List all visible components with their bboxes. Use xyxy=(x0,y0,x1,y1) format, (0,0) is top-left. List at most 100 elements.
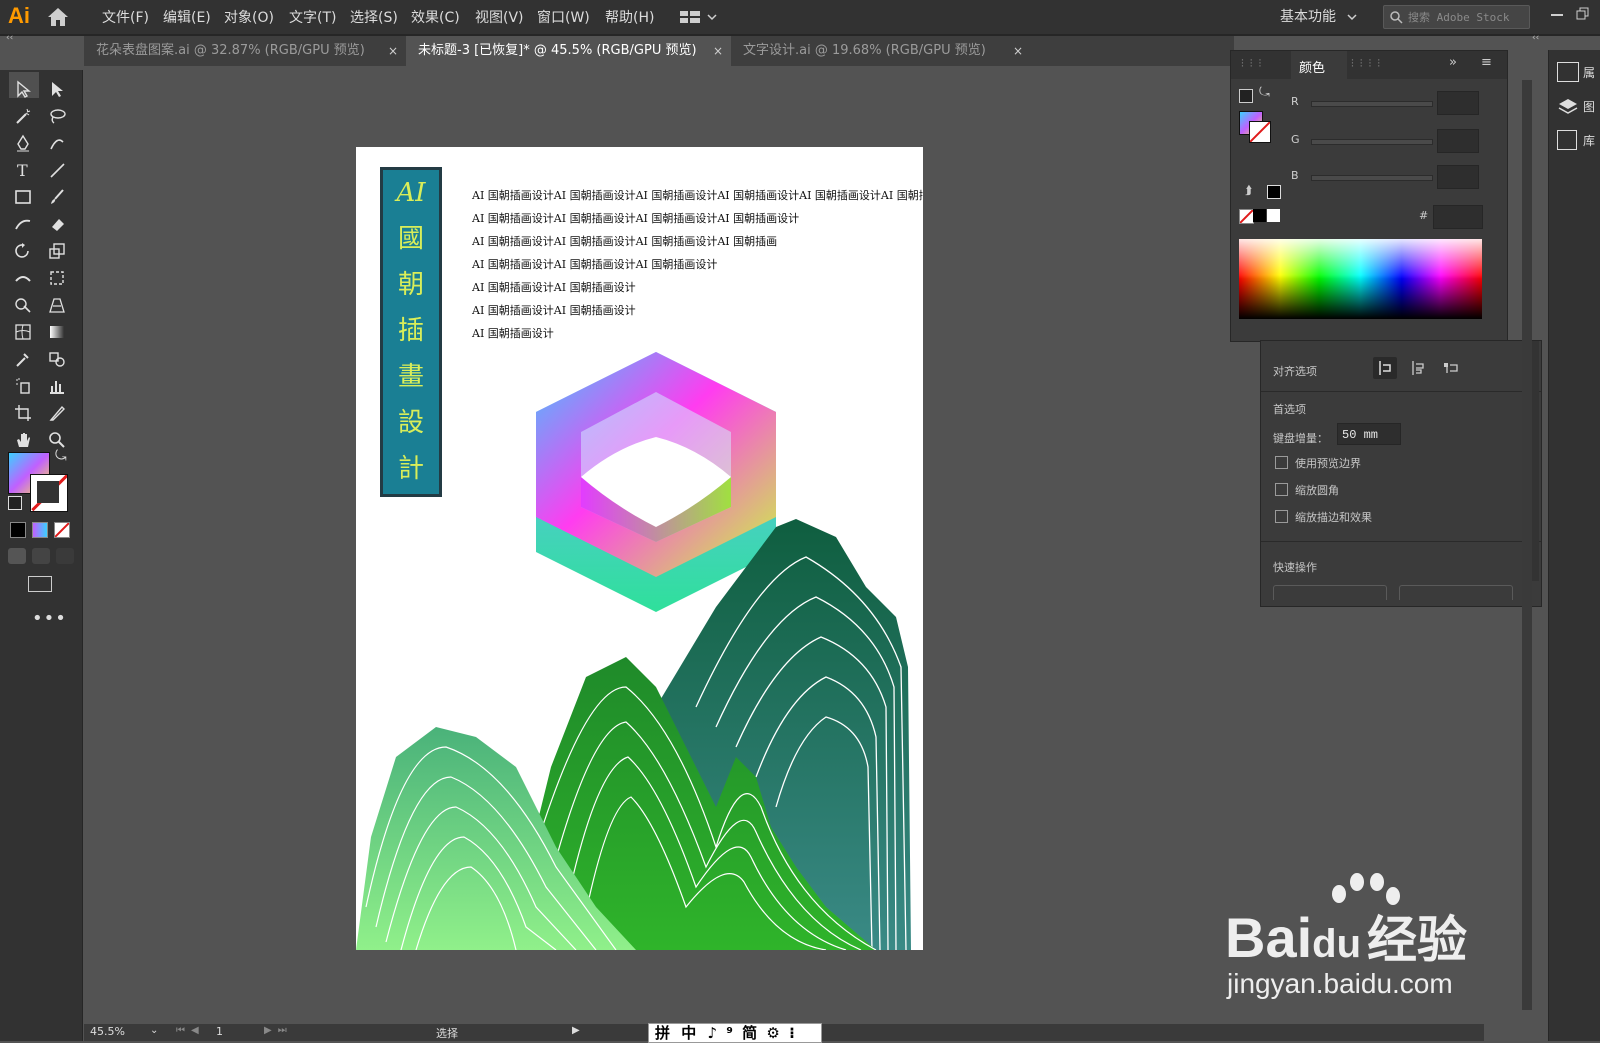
scale-tool-icon[interactable] xyxy=(44,240,70,262)
tab-color[interactable]: 颜色 xyxy=(1291,51,1347,79)
draw-behind-icon[interactable] xyxy=(32,548,50,564)
menu-effect[interactable]: 效果(C) xyxy=(411,7,460,27)
hex-value-field[interactable] xyxy=(1433,205,1483,229)
pen-tool-icon[interactable] xyxy=(10,132,36,154)
r-slider[interactable] xyxy=(1311,101,1433,107)
align-to-key-object-icon[interactable] xyxy=(1407,357,1431,379)
g-value-field[interactable] xyxy=(1437,129,1479,153)
quick-action-button[interactable] xyxy=(1399,585,1513,600)
symbol-sprayer-icon[interactable] xyxy=(10,375,36,397)
ime-item[interactable]: 中 xyxy=(675,1024,696,1042)
zoom-level[interactable]: 45.5% xyxy=(90,1025,125,1038)
use-preview-bounds-checkbox[interactable] xyxy=(1275,456,1288,469)
menu-select[interactable]: 选择(S) xyxy=(350,7,398,27)
shape-builder-icon[interactable] xyxy=(10,294,36,316)
arrange-documents-icon[interactable] xyxy=(680,9,720,25)
home-icon[interactable] xyxy=(46,6,70,28)
stroke-swatch[interactable] xyxy=(1249,121,1271,143)
screen-mode-icon[interactable] xyxy=(28,576,52,592)
collapsed-panel-tabs[interactable]: ⫶⫶⫶⫶ xyxy=(1351,57,1386,71)
chevron-down-icon[interactable]: ⌄ xyxy=(150,1025,158,1036)
none-swatch[interactable] xyxy=(1239,209,1254,224)
libraries-panel-icon[interactable] xyxy=(1557,130,1577,150)
page-nav-first-prev[interactable]: ⏮◀ xyxy=(176,1025,205,1036)
draw-normal-icon[interactable] xyxy=(8,548,26,564)
keyboard-increment-field[interactable]: 50 mm xyxy=(1337,423,1401,445)
default-colors-icon[interactable] xyxy=(1239,89,1253,103)
close-icon[interactable]: × xyxy=(1013,36,1023,66)
mesh-tool-icon[interactable] xyxy=(10,321,36,343)
menu-edit[interactable]: 编辑(E) xyxy=(163,7,211,27)
type-tool-icon[interactable]: T xyxy=(10,159,36,181)
align-to-artboard-icon[interactable] xyxy=(1441,357,1465,379)
ime-item[interactable]: 简 xyxy=(738,1024,757,1042)
line-tool-icon[interactable] xyxy=(44,159,70,181)
close-icon[interactable]: × xyxy=(713,36,723,66)
collapse-dock-icon[interactable]: ‹‹ xyxy=(1532,33,1539,43)
canvas-vertical-scrollbar[interactable] xyxy=(1522,80,1532,1010)
r-value-field[interactable] xyxy=(1437,91,1479,115)
ime-toolbar[interactable]: 拼 中 ♪ ⁹ 简 ⚙ ⁝ xyxy=(648,1023,822,1043)
minimize-icon[interactable] xyxy=(1551,14,1563,16)
g-slider[interactable] xyxy=(1311,139,1433,145)
rectangle-tool-icon[interactable] xyxy=(10,186,36,208)
ime-item[interactable]: ♪ xyxy=(702,1024,718,1042)
page-number[interactable]: 1 xyxy=(216,1025,223,1038)
width-tool-icon[interactable] xyxy=(10,267,36,289)
menu-help[interactable]: 帮助(H) xyxy=(605,7,654,27)
workspace-switcher[interactable]: 基本功能 xyxy=(1280,6,1336,26)
menu-type[interactable]: 文字(T) xyxy=(289,7,336,27)
gradient-mode-icon[interactable] xyxy=(32,522,48,538)
magic-wand-icon[interactable] xyxy=(10,105,36,127)
ime-item[interactable]: ⁝ xyxy=(785,1024,795,1042)
align-to-selection-button[interactable] xyxy=(1373,357,1397,379)
tab-text-design[interactable]: 文字设计.ai @ 19.68% (RGB/GPU 预览) × xyxy=(731,36,1031,66)
status-menu-arrow[interactable]: ▶ xyxy=(572,1025,580,1036)
black-swatch[interactable] xyxy=(1267,185,1281,199)
eyedropper-icon[interactable] xyxy=(10,348,36,370)
menu-object[interactable]: 对象(O) xyxy=(224,7,274,27)
tab-flower-dial[interactable]: 花朵表盘图案.ai @ 32.87% (RGB/GPU 预览) × xyxy=(84,36,406,66)
artboard[interactable]: AI 國 朝 插 畫 設 計 AI 国朝插画设计AI 国朝插画设计AI 国朝插画… xyxy=(356,147,923,950)
scale-strokes-effects-checkbox[interactable] xyxy=(1275,510,1288,523)
black-swatch[interactable] xyxy=(1253,209,1266,222)
menu-window[interactable]: 窗口(W) xyxy=(537,7,590,27)
restore-icon[interactable] xyxy=(1576,7,1590,21)
lasso-icon[interactable] xyxy=(44,105,70,127)
artboard-tool-icon[interactable] xyxy=(10,402,36,424)
chevron-down-icon[interactable] xyxy=(1346,12,1358,22)
menu-view[interactable]: 视图(V) xyxy=(475,7,524,27)
none-mode-icon[interactable] xyxy=(54,522,70,538)
quick-action-button[interactable] xyxy=(1273,585,1387,600)
tab-untitled-3[interactable]: 未标题-3 [已恢复]* @ 45.5% (RGB/GPU 预览) × xyxy=(406,36,731,66)
b-value-field[interactable] xyxy=(1437,165,1479,189)
collapse-toolbar-icon[interactable]: ‹‹ xyxy=(6,33,13,43)
properties-panel-icon[interactable] xyxy=(1557,62,1579,82)
perspective-grid-icon[interactable] xyxy=(44,294,70,316)
white-swatch[interactable] xyxy=(1267,209,1280,222)
ime-item[interactable]: ⚙ xyxy=(762,1024,779,1042)
menu-file[interactable]: 文件(F) xyxy=(102,7,149,27)
out-of-gamut-icon[interactable]: ⮭ xyxy=(1245,183,1252,198)
panel-overflow-icon[interactable]: » xyxy=(1449,55,1457,70)
selection-tool-icon[interactable] xyxy=(10,78,36,100)
blend-tool-icon[interactable] xyxy=(44,348,70,370)
hand-tool-icon[interactable] xyxy=(10,429,36,451)
page-nav-next-last[interactable]: ▶⏭ xyxy=(264,1025,293,1036)
color-mode-icon[interactable] xyxy=(10,522,26,538)
swap-fill-stroke-icon[interactable]: ⤿ xyxy=(55,448,67,464)
ime-item[interactable]: 拼 xyxy=(649,1024,670,1042)
free-transform-icon[interactable] xyxy=(44,267,70,289)
slice-tool-icon[interactable] xyxy=(44,402,70,424)
collapsed-panel-tabs[interactable]: ⫶⫶⫶ xyxy=(1241,57,1267,71)
layers-panel-icon[interactable] xyxy=(1557,96,1579,116)
stock-search-input[interactable]: 搜索 Adobe Stock xyxy=(1383,5,1530,29)
illustration[interactable] xyxy=(356,147,923,950)
gradient-tool-icon[interactable] xyxy=(44,321,70,343)
swap-icon[interactable]: ⤿ xyxy=(1259,85,1270,100)
paintbrush-tool-icon[interactable] xyxy=(44,186,70,208)
more-tools-icon[interactable]: ••• xyxy=(32,608,67,629)
b-slider[interactable] xyxy=(1311,175,1433,181)
curvature-tool-icon[interactable] xyxy=(44,132,70,154)
stroke-swatch[interactable] xyxy=(30,474,68,512)
